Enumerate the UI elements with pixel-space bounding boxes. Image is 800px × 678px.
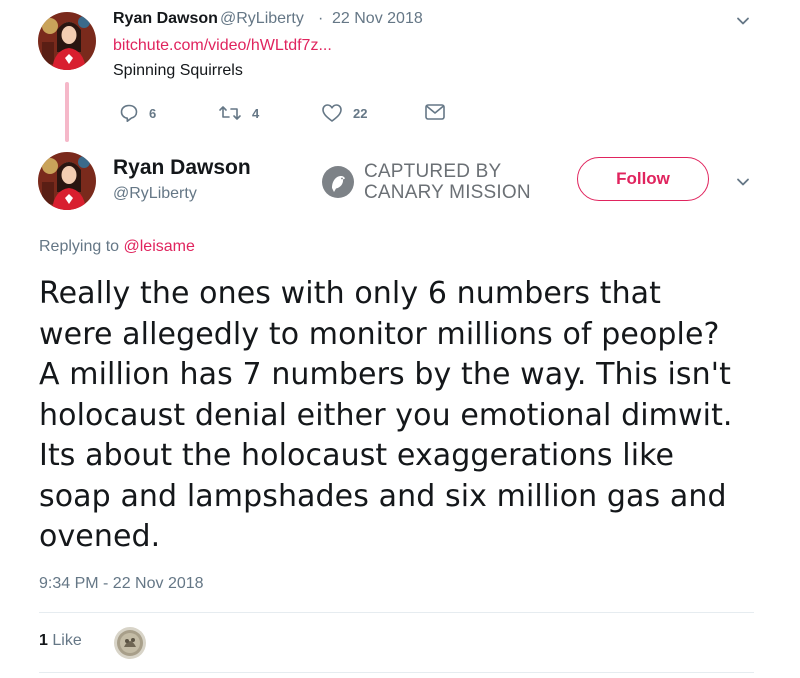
parent-link[interactable]: bitchute.com/video/hWLtdf7z... [113, 37, 332, 55]
likes-count: 1 [39, 632, 48, 649]
tweet-text: Really the ones with only 6 numbers that… [39, 276, 733, 554]
parent-date[interactable]: 22 Nov 2018 [332, 10, 423, 28]
parent-author-name[interactable]: Ryan Dawson [113, 10, 218, 28]
parent-author-handle[interactable]: @RyLiberty [220, 10, 304, 28]
main-author-name[interactable]: Ryan Dawson [113, 156, 251, 180]
likes-label: Like [52, 632, 82, 649]
main-author-handle[interactable]: @RyLiberty [113, 185, 197, 203]
retweet-button[interactable]: 4 [218, 103, 259, 123]
thread-line [65, 82, 69, 142]
parent-text: Spinning Squirrels [113, 62, 243, 79]
like-count: 22 [353, 105, 368, 121]
chevron-down-icon[interactable] [736, 14, 750, 28]
like-button[interactable]: 22 [321, 103, 367, 123]
canary-line1: CAPTURED BY [364, 161, 502, 182]
parent-separator: · [318, 10, 324, 27]
parent-avatar[interactable] [38, 12, 96, 70]
message-icon [425, 104, 445, 120]
reply-count: 6 [149, 105, 157, 121]
retweet-count: 4 [252, 105, 260, 121]
canary-watermark: CAPTURED BY CANARY MISSION [321, 161, 531, 203]
divider [39, 612, 754, 613]
replying-prefix: Replying to [39, 238, 120, 255]
like-icon [322, 104, 342, 122]
message-button[interactable] [424, 103, 446, 121]
replying-to: Replying to @leisame [39, 238, 195, 256]
follow-button[interactable]: Follow [577, 157, 709, 201]
chevron-down-icon[interactable] [736, 175, 750, 189]
liker-avatar[interactable] [114, 627, 146, 659]
retweet-icon [219, 106, 241, 120]
main-avatar[interactable] [38, 152, 96, 210]
reply-button[interactable]: 6 [119, 103, 156, 123]
likes-stat[interactable]: 1 Like [39, 632, 82, 650]
reply-icon [120, 104, 138, 122]
replying-to-handle[interactable]: @leisame [124, 238, 195, 255]
canary-line2: CANARY MISSION [364, 182, 531, 203]
divider [39, 672, 754, 673]
canary-logo-icon [322, 166, 354, 198]
tweet-timestamp[interactable]: 9:34 PM - 22 Nov 2018 [39, 575, 204, 593]
